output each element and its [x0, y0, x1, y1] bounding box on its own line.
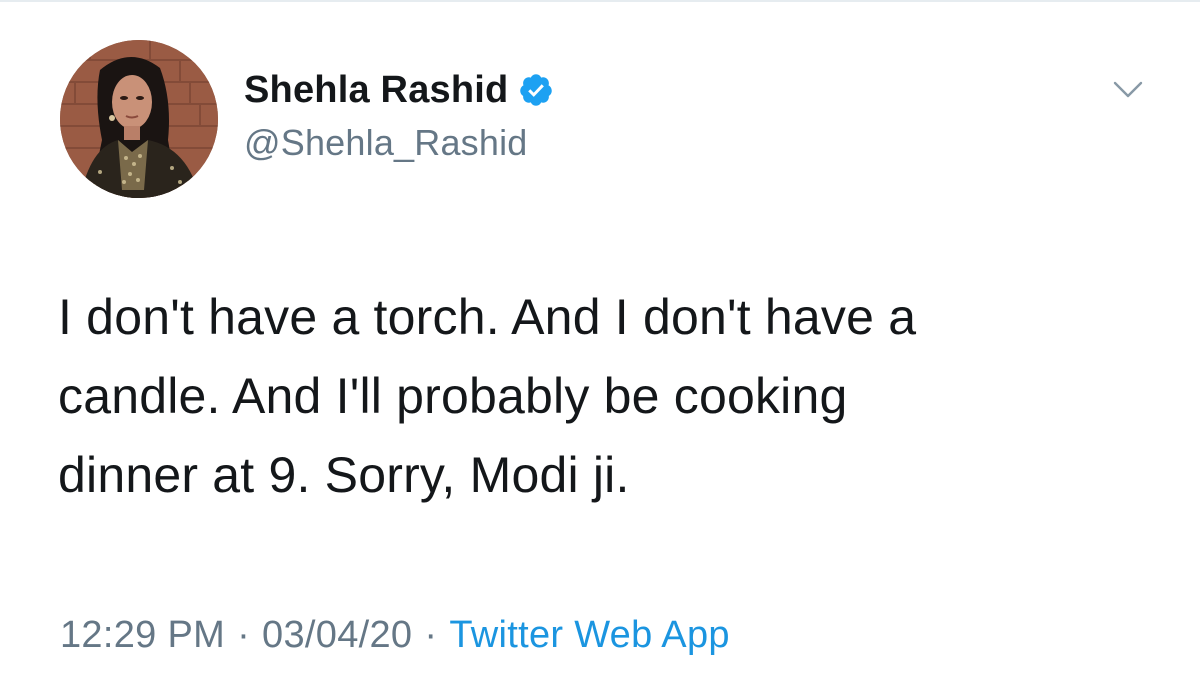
- display-name[interactable]: Shehla Rashid: [244, 69, 508, 112]
- handle[interactable]: @Shehla_Rashid: [244, 122, 554, 164]
- more-options-button[interactable]: [1108, 70, 1148, 110]
- tweet-source-link[interactable]: Twitter Web App: [449, 614, 729, 656]
- tweet-metadata: 12:29 PM · 03/04/20 · Twitter Web App: [60, 614, 730, 657]
- tweet-text: I don't have a torch. And I don't have a…: [58, 278, 1168, 515]
- meta-separator: ·: [424, 614, 438, 656]
- tweet-text-line: dinner at 9. Sorry, Modi ji.: [58, 447, 630, 503]
- tweet-text-line: candle. And I'll probably be cooking: [58, 368, 848, 424]
- tweet-time[interactable]: 12:29 PM: [60, 614, 225, 656]
- verified-badge-icon: [518, 72, 554, 108]
- author-block: Shehla Rashid @Shehla_Rashid: [244, 64, 554, 164]
- avatar[interactable]: [60, 40, 218, 198]
- tweet-text-line: I don't have a torch. And I don't have a: [58, 289, 917, 345]
- tweet-card: Shehla Rashid @Shehla_Rashid I don't hav…: [0, 0, 1200, 691]
- chevron-down-icon: [1113, 81, 1143, 98]
- avatar-photo: [60, 40, 218, 198]
- tweet-date[interactable]: 03/04/20: [262, 614, 412, 656]
- meta-separator: ·: [237, 614, 251, 656]
- name-row: Shehla Rashid: [244, 64, 554, 116]
